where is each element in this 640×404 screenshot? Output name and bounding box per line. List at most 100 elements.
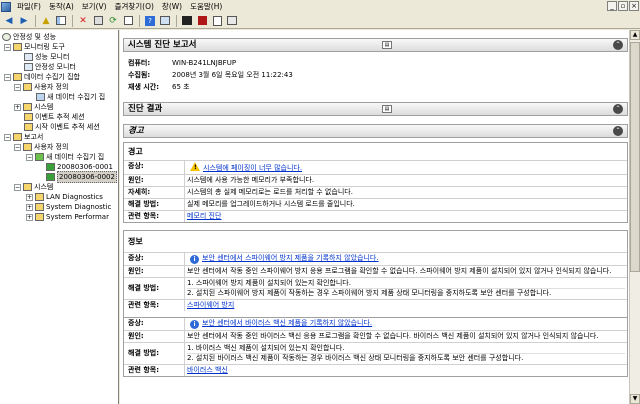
collapse-icon[interactable]: −	[14, 83, 21, 91]
tree-new-set[interactable]: 새 데이터 수집기 집	[36, 92, 105, 102]
tree-lan-diagnostics[interactable]: + LAN Diagnostics	[26, 192, 103, 202]
close-button[interactable]: ×	[629, 1, 639, 11]
chart-icon	[24, 53, 33, 61]
menu-help[interactable]: 도움말(H)	[186, 1, 226, 12]
antivirus-symptom-link[interactable]: 보안 센터에서 바이러스 백신 제품을 기록하지 않았습니다.	[202, 319, 372, 327]
report-icon[interactable]	[210, 14, 224, 27]
show-hide-tree-icon[interactable]	[54, 14, 68, 27]
collected-row: 수집됨: 2008년 3월 6일 목요일 오전 11:22:43	[128, 71, 293, 79]
folder-icon	[24, 123, 33, 131]
scroll-thumb[interactable]	[630, 42, 640, 272]
collapse-icon[interactable]: −	[14, 183, 21, 191]
collapse-section-icon[interactable]: ⌃	[613, 40, 623, 50]
tree-reports[interactable]: − 보고서	[4, 132, 43, 142]
warning-panel-title: 경고	[128, 147, 143, 156]
collapse-icon[interactable]: −	[4, 73, 11, 81]
folder-icon	[23, 83, 32, 91]
expand-icon[interactable]: +	[26, 213, 33, 221]
vertical-scrollbar[interactable]: ▲ ▼	[629, 30, 640, 404]
refresh-icon[interactable]: ⟳	[106, 14, 120, 27]
stop-icon[interactable]	[195, 14, 209, 27]
tree-root[interactable]: 안정성 및 성능	[2, 32, 56, 42]
view-icon[interactable]	[225, 14, 239, 27]
tree-report-2[interactable]: 20080306-0002	[46, 171, 117, 183]
results-header[interactable]: 진단 결과 ▤ ⌃	[123, 102, 628, 116]
collapse-icon[interactable]: −	[26, 153, 33, 161]
tree-reliability-monitor[interactable]: 안정성 모니터	[24, 62, 76, 72]
tree-reports-user-defined[interactable]: − 사용자 정의	[14, 142, 68, 152]
warning-icon	[190, 162, 200, 172]
tree-startup-trace[interactable]: 시작 이벤트 추적 세션	[24, 122, 100, 132]
info-icon: i	[190, 320, 199, 329]
antivirus-link[interactable]: 바이러스 백신	[187, 366, 228, 374]
menu-view[interactable]: 보기(V)	[78, 1, 111, 12]
perf-icon	[2, 33, 11, 41]
tree-system-diagnostics[interactable]: + System Diagnostic	[26, 202, 111, 212]
app-icon[interactable]	[1, 1, 11, 12]
warnings-header-title: 경고	[128, 126, 144, 136]
chart-icon	[24, 63, 33, 71]
collapse-icon[interactable]: −	[4, 43, 11, 51]
expand-icon[interactable]: +	[26, 203, 33, 211]
scroll-up-icon[interactable]: ▲	[630, 30, 640, 40]
info1-symptom-row: 증상: i 보안 센터에서 스파이웨어 방지 제품을 기록하지 않았습니다.	[124, 252, 627, 265]
expand-icon[interactable]: +	[26, 193, 33, 201]
up-icon[interactable]: ▲	[39, 14, 53, 27]
export-icon[interactable]	[121, 14, 135, 27]
folder-icon	[35, 203, 44, 211]
back-icon[interactable]: ◀	[2, 14, 16, 27]
tree-system[interactable]: + 시스템	[14, 102, 53, 112]
minimize-button[interactable]: _	[607, 1, 617, 11]
help-icon[interactable]: ?	[143, 14, 157, 27]
info2-cause-row: 원인: 보안 센터에서 작동 중인 바이러스 백신 응용 프로그램을 확인할 수…	[124, 330, 627, 342]
expand-icon[interactable]: +	[14, 103, 21, 111]
info2-resolution-row: 해결 방법: 1. 바이러스 백신 제품이 설치되어 있는지 확인합니다. 2.…	[124, 342, 627, 364]
menu-bar: 파일(F) 동작(A) 보기(V) 즐겨찾기(O) 창(W) 도움말(H) _ …	[0, 0, 640, 13]
report-title-header[interactable]: 시스템 진단 보고서 ▤ ⌃	[123, 38, 628, 52]
folder-icon	[13, 73, 22, 81]
scroll-down-icon[interactable]: ▼	[630, 394, 640, 404]
properties-icon[interactable]	[91, 14, 105, 27]
warning-resolution-row: 해결 방법: 실제 메모리를 업그레이드하거나 시스템 로드를 줄입니다.	[124, 198, 627, 210]
warning-symptom-link[interactable]: 시스템에 페이징이 너무 많습니다.	[203, 164, 302, 172]
collapse-icon[interactable]: −	[4, 133, 11, 141]
tree-data-collector-sets[interactable]: − 데이터 수집기 집합	[4, 72, 80, 82]
folder-icon	[35, 213, 44, 221]
report-menu-icon[interactable]: ▤	[382, 41, 392, 49]
tree-reports-system[interactable]: − 시스템	[14, 182, 53, 192]
menu-favorites[interactable]: 즐겨찾기(O)	[111, 1, 158, 12]
tree-monitor-tools[interactable]: − 모니터링 도구	[4, 42, 65, 52]
tree-perf-monitor[interactable]: 성능 모니터	[24, 52, 69, 62]
navigation-tree: 안정성 및 성능 − 모니터링 도구 성능 모니터 안정성 모니터 − 데이터 …	[0, 30, 119, 404]
info1-cause-row: 원인: 보안 센터에서 작동 중인 스파이웨어 방지 응용 프로그램을 확인할 …	[124, 265, 627, 277]
forward-icon[interactable]: ▶	[17, 14, 31, 27]
start-icon[interactable]	[180, 14, 194, 27]
tree-event-trace[interactable]: 이벤트 추적 세션	[24, 112, 85, 122]
results-menu-icon[interactable]: ▤	[382, 105, 392, 113]
warnings-header[interactable]: 경고 ⌃	[123, 124, 628, 138]
report-pane: 시스템 진단 보고서 ▤ ⌃ 컴퓨터: WIN-B241LNJBFUP 수집됨: 2…	[120, 30, 629, 404]
info2-symptom-row: 증상: i 보안 센터에서 바이러스 백신 제품을 기록하지 않았습니다.	[124, 317, 627, 330]
tree-reports-new-set[interactable]: − 새 데이터 수집기 집	[26, 152, 104, 162]
report-title: 시스템 진단 보고서	[128, 40, 197, 50]
restore-button[interactable]: ▫	[618, 1, 628, 11]
collapse-section-icon[interactable]: ⌃	[613, 104, 623, 114]
tree-user-defined[interactable]: − 사용자 정의	[14, 82, 68, 92]
folder-icon	[23, 183, 32, 191]
menu-file[interactable]: 파일(F)	[13, 1, 45, 12]
info-panel: 정보 증상: i 보안 센터에서 스파이웨어 방지 제품을 기록하지 않았습니다.…	[123, 230, 628, 377]
collapse-section-icon[interactable]: ⌃	[613, 126, 623, 136]
menu-action[interactable]: 동작(A)	[45, 1, 78, 12]
menu-window[interactable]: 창(W)	[158, 1, 186, 12]
memory-diagnostic-link[interactable]: 메모리 진단	[187, 212, 221, 220]
folder-icon	[13, 133, 22, 141]
console-icon[interactable]	[158, 14, 172, 27]
antispyware-symptom-link[interactable]: 보안 센터에서 스파이웨어 방지 제품을 기록하지 않았습니다.	[202, 254, 379, 262]
info-icon: i	[190, 255, 199, 264]
warning-panel: 경고 증상: 시스템에 페이징이 너무 많습니다. 원인: 시스템에 사용 가능…	[123, 142, 628, 223]
delete-icon[interactable]: ✕	[76, 14, 90, 27]
tree-system-performance[interactable]: + System Performar	[26, 212, 109, 222]
collapse-icon[interactable]: −	[14, 143, 21, 151]
antispyware-link[interactable]: 스파이웨어 방지	[187, 301, 234, 309]
warning-symptom-row: 증상: 시스템에 페이징이 너무 많습니다.	[124, 160, 627, 174]
